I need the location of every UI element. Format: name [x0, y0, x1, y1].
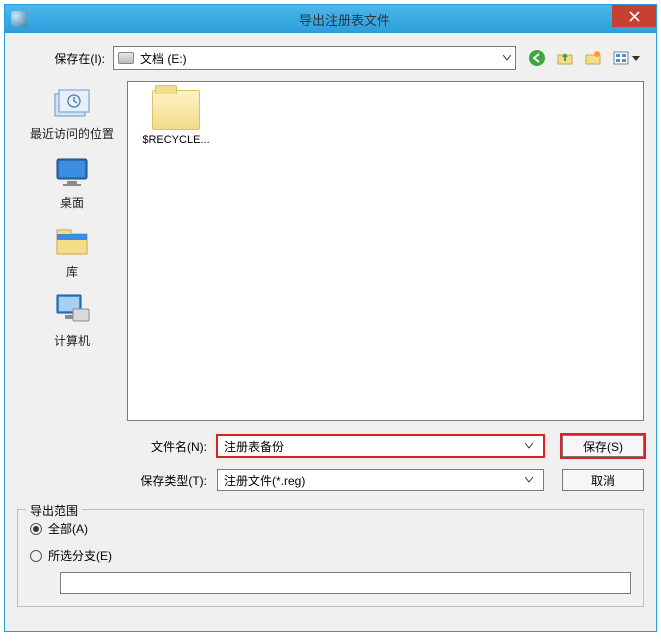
sidebar-item-computer[interactable]: 计算机	[17, 290, 127, 349]
libraries-icon	[50, 221, 94, 261]
recent-places-icon	[50, 83, 94, 123]
radio-branch-label: 所选分支(E)	[48, 547, 112, 564]
places-sidebar: 最近访问的位置 桌面 库	[17, 81, 127, 421]
folder-icon	[152, 90, 200, 130]
cancel-button[interactable]: 取消	[562, 469, 644, 491]
close-icon	[629, 11, 640, 22]
folder-up-icon	[556, 49, 574, 67]
save-button-label: 保存(S)	[583, 438, 623, 455]
filename-row: 文件名(N): 注册表备份 保存(S)	[17, 431, 644, 461]
regedit-icon	[11, 11, 27, 27]
chevron-down-icon[interactable]	[525, 443, 539, 449]
main-row: 最近访问的位置 桌面 库	[17, 81, 644, 421]
disk-icon	[118, 52, 134, 64]
new-folder-icon	[584, 49, 602, 67]
location-row: 保存在(I): 文档 (E:)	[17, 43, 644, 73]
filename-input[interactable]: 注册表备份	[217, 435, 544, 457]
desktop-icon	[50, 152, 94, 192]
close-button[interactable]	[612, 5, 656, 27]
arrow-left-icon	[528, 49, 546, 67]
sidebar-item-label: 库	[66, 263, 78, 280]
radio-dot-icon	[30, 523, 42, 535]
dialog-body: 保存在(I): 文档 (E:)	[5, 33, 656, 631]
file-list[interactable]: $RECYCLE...	[127, 81, 644, 421]
sidebar-item-desktop[interactable]: 桌面	[17, 152, 127, 211]
view-icon	[612, 49, 642, 67]
radio-all-label: 全部(A)	[48, 520, 88, 537]
sidebar-item-label: 计算机	[54, 332, 90, 349]
location-text: 文档 (E:)	[140, 50, 503, 67]
export-registry-dialog: 导出注册表文件 保存在(I): 文档 (E:)	[4, 4, 657, 632]
filename-value: 注册表备份	[222, 438, 525, 455]
sidebar-item-libraries[interactable]: 库	[17, 221, 127, 280]
window-title: 导出注册表文件	[33, 10, 656, 29]
radio-selected-branch[interactable]: 所选分支(E)	[30, 547, 631, 564]
filetype-label: 保存类型(T):	[17, 472, 217, 489]
cancel-button-label: 取消	[591, 472, 615, 489]
save-button[interactable]: 保存(S)	[562, 435, 644, 457]
sidebar-item-label: 桌面	[60, 194, 84, 211]
up-button[interactable]	[554, 47, 576, 69]
radio-all[interactable]: 全部(A)	[30, 520, 631, 537]
filetype-combo[interactable]: 注册文件(*.reg)	[217, 469, 544, 491]
file-name: $RECYCLE...	[142, 134, 209, 146]
export-range-legend: 导出范围	[26, 502, 82, 519]
back-button[interactable]	[526, 47, 548, 69]
nav-buttons	[526, 47, 644, 69]
location-combo[interactable]: 文档 (E:)	[113, 46, 516, 70]
filename-label: 文件名(N):	[17, 438, 217, 455]
filetype-row: 保存类型(T): 注册文件(*.reg) 取消	[17, 465, 644, 495]
export-range-group: 导出范围 全部(A) 所选分支(E)	[17, 509, 644, 607]
form-rows: 文件名(N): 注册表备份 保存(S) 保存类型(T): 注册文件(*.reg)	[17, 427, 644, 495]
sidebar-item-label: 最近访问的位置	[30, 125, 114, 142]
radio-dot-icon	[30, 550, 42, 562]
branch-path-input[interactable]	[60, 572, 631, 594]
save-in-label: 保存在(I):	[17, 50, 113, 67]
chevron-down-icon	[503, 55, 511, 61]
new-folder-button[interactable]	[582, 47, 604, 69]
filetype-value: 注册文件(*.reg)	[222, 472, 525, 489]
chevron-down-icon[interactable]	[525, 477, 539, 483]
list-item[interactable]: $RECYCLE...	[136, 90, 216, 146]
computer-icon	[50, 290, 94, 330]
sidebar-item-recent[interactable]: 最近访问的位置	[17, 83, 127, 142]
titlebar: 导出注册表文件	[5, 5, 656, 33]
view-menu-button[interactable]	[610, 47, 644, 69]
